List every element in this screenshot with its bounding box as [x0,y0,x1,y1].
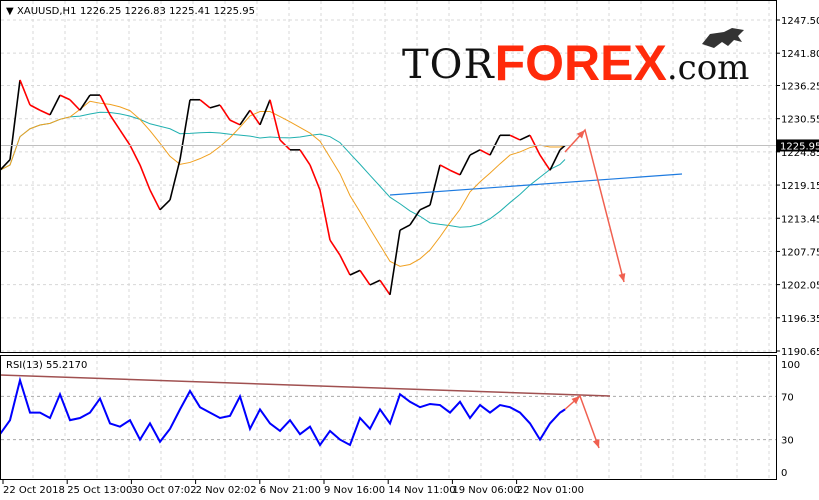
rsi-line [0,376,566,447]
rsi-label: RSI(13) 55.2170 [6,360,87,371]
logo-com: .com [666,48,750,88]
y-tick-label: 1213.45 [781,214,819,225]
ma-slow-line [0,111,566,228]
y-tick-label: 1207.75 [781,247,819,258]
symbol-dropdown-icon[interactable]: ▼ [6,6,14,17]
price-segment [199,99,211,109]
rsi-tick-label: 100 [781,360,800,371]
y-tick-label: 1247.50 [781,16,819,27]
price-segment [69,99,81,111]
x-tick-label: 30 Oct 07:02 [131,485,196,496]
price-segment [9,79,21,160]
price-segment [449,169,461,176]
price-segment [119,129,131,146]
price-segment [49,94,61,116]
rsi-panel-border [0,355,777,480]
current-price-label: 1225.95 [780,141,819,152]
price-segment [399,224,411,231]
logo-tor: TOR [402,42,495,88]
price-segment [169,159,181,201]
price-segment [329,239,341,256]
price-segment [519,134,531,141]
price-segment [129,144,141,166]
support-trendline [389,173,683,196]
price-segment [0,159,11,171]
logo-forex: FOREX [494,35,667,91]
price-segment [459,154,471,176]
forecast-arrow-rsi [561,394,600,449]
x-tick-label: 9 Nov 16:00 [324,485,385,496]
x-tick-label: 2 Nov 02:02 [196,485,257,496]
price-segment [309,164,321,191]
y-tick-label: 1196.35 [781,314,819,325]
bull-icon [702,28,744,48]
x-tick-label: 22 Nov 01:00 [517,485,584,496]
symbol-label: XAUUSD,H1 [17,6,76,17]
price-segment [179,99,191,160]
forecast-arrow-main [564,128,625,283]
price-segment [139,164,151,191]
price-segment [29,104,41,111]
price-segment [259,99,271,126]
price-segment [39,109,51,116]
y-tick-label: 1230.55 [781,115,819,126]
price-segment [359,269,371,286]
price-segment [109,114,121,131]
price-segment [319,189,331,241]
price-segment [349,269,361,276]
y-tick-label: 1190.65 [781,347,819,358]
ma-fast-line [0,100,566,267]
price-segment [209,104,221,109]
price-segment [149,189,161,211]
x-tick-label: 25 Oct 13:00 [67,485,132,496]
x-tick-label: 14 Nov 11:00 [388,485,455,496]
y-tick-label: 1236.25 [781,82,819,93]
price-segment [509,134,521,141]
arrow-head [592,439,600,448]
price-segment [429,164,441,206]
price-segment [419,204,431,211]
y-tick-label: 1241.80 [781,49,819,60]
price-segment [269,99,281,141]
x-tick-label: 22 Oct 2018 [3,485,65,496]
torforex-logo: TOR FOREX .com [402,28,750,91]
rsi-tick-label: 70 [781,392,794,403]
rsi-tick-label: 30 [781,436,794,447]
price-segment [339,254,351,276]
price-segment [379,279,391,296]
y-tick-label: 1219.15 [781,181,819,192]
rsi-tick-label: 0 [781,468,787,479]
y-tick-label: 1202.05 [781,281,819,292]
chart-window: 1247.50 1241.80 1236.25 1230.55 1224.85 1219.… [0,0,819,500]
x-tick-label: 19 Nov 06:00 [452,485,519,496]
ohlc-values: 1226.25 1226.83 1225.41 1225.95 [80,6,255,17]
x-tick-label: 6 Nov 21:00 [260,485,321,496]
rsi-resistance-trendline [0,374,611,397]
price-segment [229,119,241,126]
price-segment [469,149,481,156]
price-segment [19,79,31,106]
